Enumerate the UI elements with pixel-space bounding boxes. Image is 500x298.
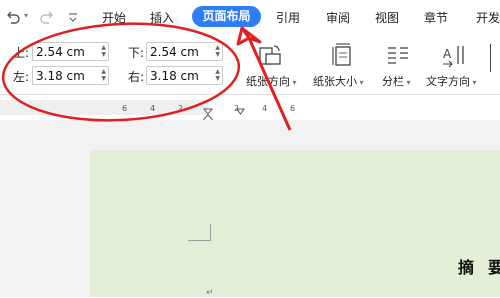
undo-dropdown[interactable]: ▾ — [24, 11, 28, 20]
tab-references[interactable]: 引用 — [276, 9, 300, 26]
columns-label[interactable]: 分栏 ▾ — [382, 73, 411, 89]
columns-text: 分栏 — [382, 75, 404, 88]
margin-left-stepper[interactable]: ▲ ▼ — [101, 68, 106, 82]
chevron-down-icon — [69, 13, 77, 22]
ruler-number: 6 — [122, 104, 128, 113]
tab-start[interactable]: 开始 — [102, 9, 126, 26]
ribbon-divider — [0, 94, 500, 95]
margin-right-stepper[interactable]: ▲ ▼ — [215, 68, 220, 82]
ruler-margin-shade — [0, 100, 208, 115]
undo-button[interactable] — [4, 9, 22, 27]
chevron-down-icon: ▾ — [470, 78, 477, 87]
margin-right-input[interactable]: 3.18 cm ▲ ▼ — [146, 66, 223, 85]
tab-insert[interactable]: 插入 — [150, 9, 174, 26]
ruler-number: 2 — [178, 104, 184, 113]
tab-chapter[interactable]: 章节 — [424, 9, 448, 26]
margin-top-label: 上: — [13, 46, 30, 60]
ruler-number: 4 — [262, 104, 268, 113]
redo-icon — [40, 11, 53, 24]
chevron-down-icon: ▾ — [357, 78, 364, 87]
undo-icon — [7, 11, 20, 24]
margin-left-input[interactable]: 3.18 cm ▲ ▼ — [32, 66, 109, 85]
columns-button[interactable] — [384, 42, 412, 70]
heading-char: 要 — [488, 258, 500, 277]
orientation-text: 纸张方向 — [246, 75, 290, 88]
text-direction-button[interactable]: A — [440, 42, 468, 70]
text-direction-label[interactable]: 文字方向 ▾ — [426, 73, 477, 89]
margin-top-stepper[interactable]: ▲ ▼ — [101, 44, 106, 58]
margin-left-label: 左: — [13, 70, 30, 84]
paper-size-icon — [332, 43, 351, 66]
margin-left-value: 3.18 cm — [36, 69, 85, 83]
orientation-label[interactable]: 纸张方向 ▾ — [246, 73, 297, 89]
columns-icon — [388, 47, 408, 64]
more-tools-icon[interactable] — [490, 44, 500, 72]
text-direction-text: 文字方向 — [426, 75, 470, 88]
redo-button[interactable] — [38, 9, 56, 27]
heading-char: 摘 — [458, 258, 475, 277]
margin-bottom-input[interactable]: 2.54 cm ▲ ▼ — [146, 42, 223, 61]
text-direction-icon: A — [443, 46, 464, 68]
chevron-down-icon: ▾ — [404, 78, 411, 87]
page-orientation-icon — [259, 45, 281, 65]
horizontal-ruler[interactable] — [0, 98, 500, 118]
first-line-indent-icon[interactable] — [236, 100, 245, 115]
tab-page-layout[interactable]: 页面布局 — [192, 6, 261, 27]
ruler-number: 4 — [150, 104, 156, 113]
tab-developer[interactable]: 开发 — [476, 9, 500, 26]
margin-top-input[interactable]: 2.54 cm ▲ ▼ — [32, 42, 109, 61]
paper-size-text: 纸张大小 — [313, 75, 357, 88]
tab-view[interactable]: 视图 — [375, 9, 399, 26]
paper-size-button[interactable] — [330, 42, 358, 70]
orientation-button[interactable] — [256, 42, 284, 70]
paper-size-label[interactable]: 纸张大小 ▾ — [313, 73, 364, 89]
margin-bottom-label: 下: — [128, 46, 145, 60]
margin-right-label: 右: — [128, 70, 145, 84]
svg-text:A: A — [443, 47, 452, 61]
document-page[interactable] — [90, 150, 500, 297]
margin-bottom-value: 2.54 cm — [150, 45, 199, 59]
customize-toolbar-button[interactable] — [67, 10, 79, 24]
page-corner-marker — [188, 224, 211, 241]
margin-top-value: 2.54 cm — [36, 45, 85, 59]
margin-right-value: 3.18 cm — [150, 69, 199, 83]
margin-bottom-stepper[interactable]: ▲ ▼ — [215, 44, 220, 58]
tab-review[interactable]: 审阅 — [326, 9, 350, 26]
ruler-number: 6 — [290, 104, 296, 113]
chevron-down-icon: ▾ — [290, 78, 297, 87]
